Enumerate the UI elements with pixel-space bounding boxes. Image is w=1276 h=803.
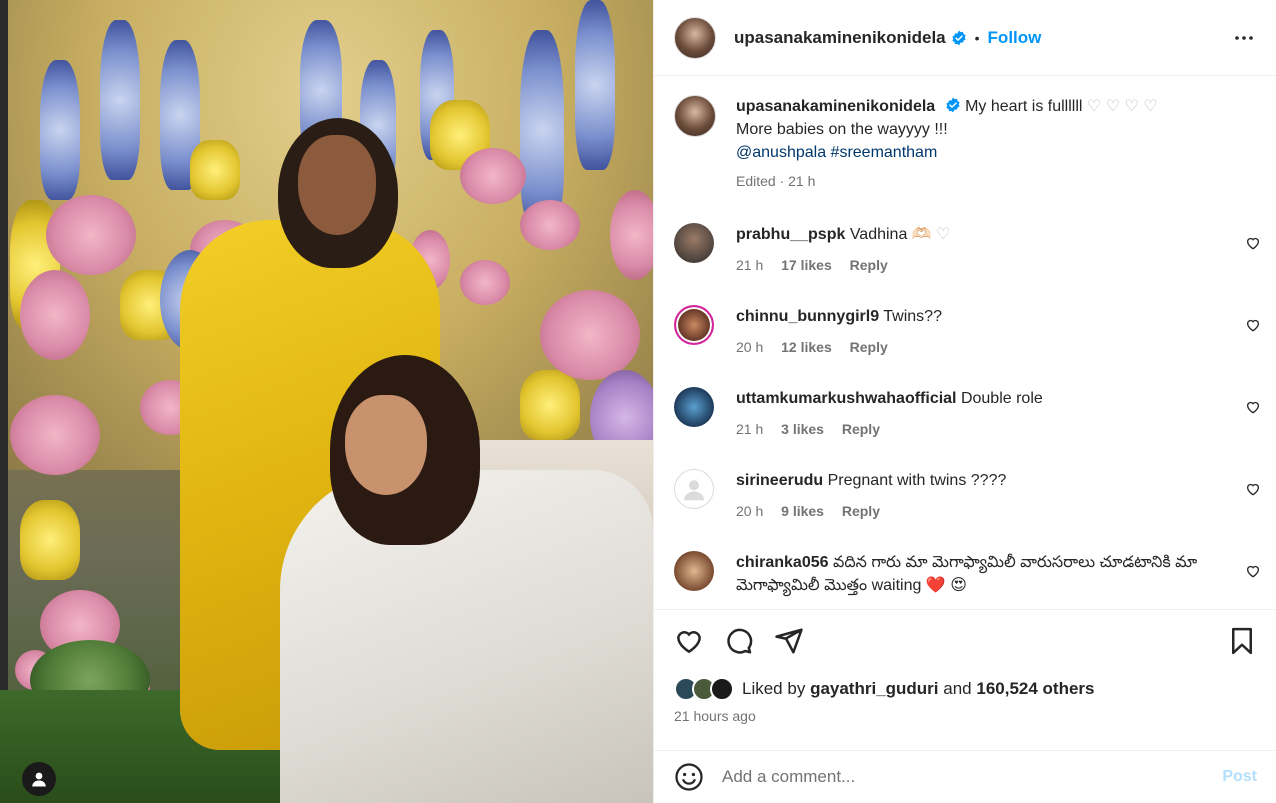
save-bookmark-icon[interactable]	[1227, 626, 1257, 656]
hydrangea	[460, 148, 526, 204]
like-heart-icon[interactable]	[674, 626, 704, 656]
user-icon	[32, 772, 46, 787]
comment-time: 21 h	[736, 257, 764, 273]
comments-list[interactable]: upasanakaminenikonidela My heart is full…	[654, 77, 1276, 608]
like-comment-heart-icon[interactable]	[1245, 563, 1261, 579]
liker-avatar	[710, 677, 734, 701]
more-options-button[interactable]	[1232, 26, 1256, 50]
reply-button[interactable]: Reply	[842, 503, 880, 519]
hydrangea	[520, 200, 580, 250]
author-username[interactable]: upasanakaminenikonidela	[734, 28, 946, 48]
comment-text: Pregnant with twins ????	[827, 472, 1007, 489]
caption-hearts: ♡ ♡ ♡ ♡	[1086, 98, 1158, 115]
liked-by-and: and	[943, 679, 972, 698]
commenter-avatar[interactable]	[674, 387, 714, 427]
share-send-icon[interactable]	[774, 626, 804, 656]
caption-line-2: More babies on the wayyyy !!!	[736, 121, 948, 138]
reply-button[interactable]: Reply	[850, 339, 888, 355]
like-comment-heart-icon[interactable]	[1245, 317, 1261, 333]
caption-author-avatar[interactable]	[674, 95, 716, 137]
tagged-users-button[interactable]	[22, 762, 56, 796]
liker-avatars	[674, 677, 734, 701]
comment-text: Twins??	[883, 308, 942, 325]
verified-badge-icon	[946, 97, 960, 113]
post-comment-button[interactable]: Post	[1222, 768, 1257, 786]
comment-time: 20 h	[736, 503, 764, 519]
hydrangea	[610, 190, 653, 280]
flower-spike	[100, 20, 140, 180]
comment-item: uttamkumarkushwahaofficial Double role 2…	[654, 387, 1276, 441]
post-view: upasanakaminenikonidela • Follow upasana…	[0, 0, 1276, 803]
commenter-username[interactable]: sirineerudu	[736, 472, 823, 489]
comment-text: Double role	[960, 390, 1043, 407]
like-comment-heart-icon[interactable]	[1245, 235, 1261, 251]
reply-button[interactable]: Reply	[842, 421, 880, 437]
commenter-avatar[interactable]	[674, 551, 714, 591]
flower-cluster	[190, 140, 240, 200]
photo-edge	[0, 0, 8, 803]
commenter-username[interactable]: chiranka056	[736, 554, 829, 571]
post-actions: Liked by gayathri_guduri and 160,524 oth…	[654, 609, 1276, 724]
comment-item: prabhu__pspk Vadhina 🫶🏻 ♡ 21 h 17 likes …	[654, 223, 1276, 277]
post-time-ago: 21 hours ago	[674, 708, 756, 724]
comment-bubble-icon[interactable]	[724, 626, 754, 656]
caption-mention-link[interactable]: @anushpala	[736, 144, 826, 161]
comment-likes[interactable]: 9 likes	[781, 503, 824, 519]
comment-time: 20 h	[736, 339, 764, 355]
flower-spike	[40, 60, 80, 200]
comment-text: Vadhina	[849, 226, 908, 243]
comment-item: chinnu_bunnygirl9 Twins?? 20 h 12 likes …	[654, 305, 1276, 359]
comment-emoji: 🫶🏻 ♡	[911, 226, 951, 243]
like-comment-heart-icon[interactable]	[1245, 481, 1261, 497]
post-side-panel: upasanakaminenikonidela • Follow upasana…	[653, 0, 1276, 803]
comment-item: chiranka056 వదిన గారు మా మెగాఫ్యామిలీ వా…	[654, 551, 1276, 597]
emoji-icon[interactable]	[674, 762, 704, 792]
caption-line-1: My heart is fullllll	[965, 98, 1083, 115]
hydrangea	[460, 260, 510, 305]
commenter-username[interactable]: prabhu__pspk	[736, 226, 845, 243]
comment-emoji: ❤️ 😍	[925, 577, 967, 594]
commenter-username[interactable]: chinnu_bunnygirl9	[736, 308, 879, 325]
comment-input[interactable]	[722, 767, 1182, 787]
add-comment-bar: Post	[654, 750, 1276, 803]
more-icon	[1235, 35, 1253, 40]
hydrangea	[540, 290, 640, 380]
author-avatar[interactable]	[674, 16, 716, 59]
commenter-avatar[interactable]	[674, 305, 714, 345]
caption-username[interactable]: upasanakaminenikonidela	[736, 98, 935, 115]
woman-white-face	[345, 395, 427, 495]
comment-likes[interactable]: 17 likes	[781, 257, 832, 273]
comment-likes[interactable]: 12 likes	[781, 339, 832, 355]
commenter-avatar[interactable]	[674, 223, 714, 263]
comment-item: sirineerudu Pregnant with twins ???? 20 …	[654, 469, 1276, 523]
reply-button[interactable]: Reply	[850, 257, 888, 273]
hydrangea	[10, 395, 100, 475]
header-separator: •	[974, 29, 980, 46]
comment-time: 21 h	[736, 421, 764, 437]
woman-yellow-face	[298, 135, 376, 235]
flower-spike	[575, 0, 615, 170]
flower-cluster	[20, 500, 80, 580]
like-comment-heart-icon[interactable]	[1245, 399, 1261, 415]
woman-white-outfit	[280, 470, 653, 803]
post-photo[interactable]	[0, 0, 653, 803]
flower-cluster	[520, 370, 580, 440]
hydrangea	[46, 195, 136, 275]
follow-button[interactable]: Follow	[988, 28, 1042, 48]
default-avatar-icon	[684, 480, 704, 501]
verified-badge-icon	[952, 30, 966, 45]
commenter-avatar[interactable]	[674, 469, 714, 509]
liked-by-others[interactable]: 160,524 others	[976, 679, 1094, 698]
caption-meta: Edited · 21 h	[736, 173, 816, 189]
post-header: upasanakaminenikonidela • Follow	[654, 0, 1276, 76]
post-caption: upasanakaminenikonidela My heart is full…	[654, 77, 1276, 193]
liked-by-user[interactable]: gayathri_guduri	[810, 679, 938, 698]
likes-summary[interactable]: Liked by gayathri_guduri and 160,524 oth…	[674, 674, 1257, 704]
caption-hashtag-link[interactable]: #sreemantham	[831, 144, 938, 161]
comment-likes[interactable]: 3 likes	[781, 421, 824, 437]
commenter-username[interactable]: uttamkumarkushwahaofficial	[736, 390, 957, 407]
hydrangea	[20, 270, 90, 360]
liked-by-prefix: Liked by	[742, 679, 806, 698]
